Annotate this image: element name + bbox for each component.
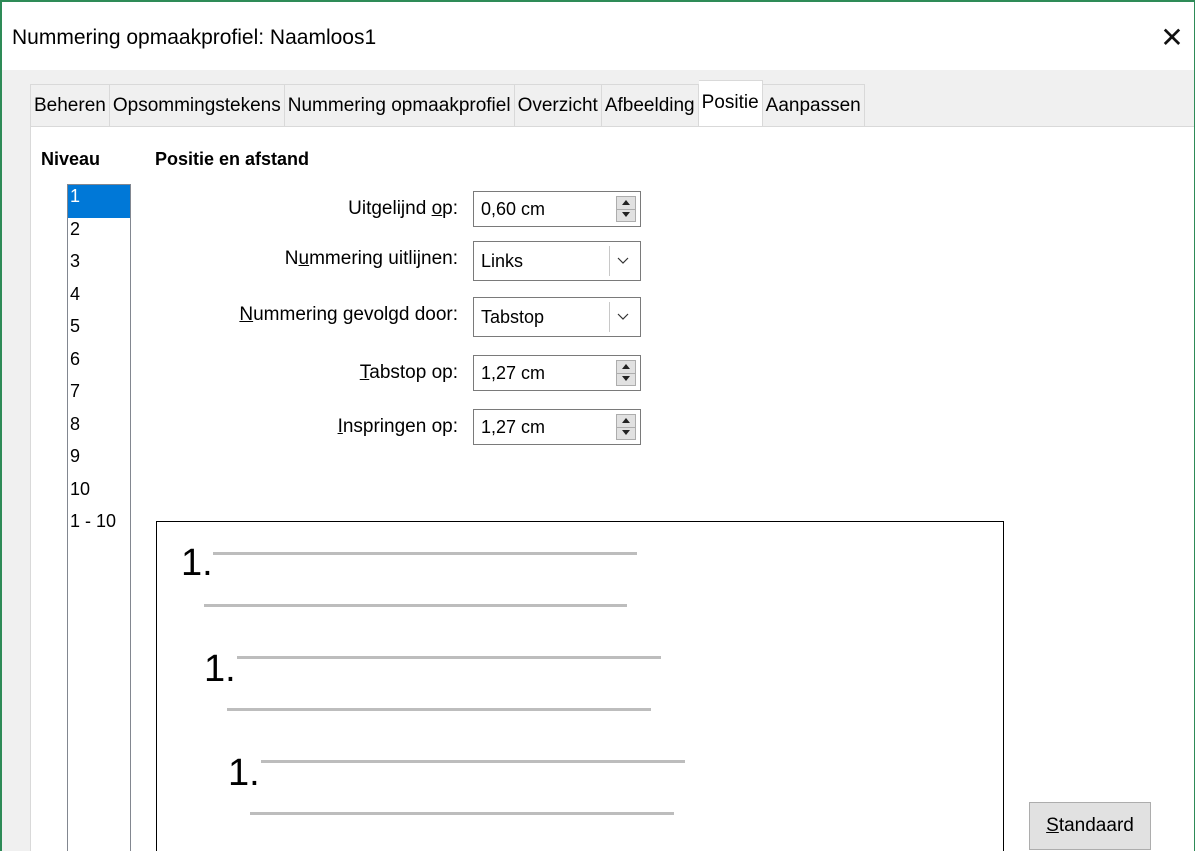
label-part: abstop op: bbox=[369, 362, 458, 383]
level-heading: Niveau bbox=[41, 149, 101, 169]
level-item[interactable]: 5 bbox=[68, 315, 130, 348]
label-mnemonic: u bbox=[298, 248, 310, 269]
window-title: Nummering opmaakprofiel: Naamloos1 bbox=[12, 26, 377, 49]
label-mnemonic: N bbox=[239, 304, 254, 325]
indent-label: Inspringen op: bbox=[338, 409, 458, 445]
numbering-align-label: Nummering uitlijnen: bbox=[285, 241, 458, 277]
level-item[interactable]: 6 bbox=[68, 348, 130, 381]
numbering-align-value: Links bbox=[481, 251, 524, 271]
label-part: N bbox=[284, 248, 299, 269]
spin-buttons bbox=[616, 414, 636, 440]
preview-line bbox=[250, 812, 674, 815]
tab-bar: Beheren Opsommingstekens Nummering opmaa… bbox=[30, 80, 865, 126]
tab-nummering-opmaakprofiel[interactable]: Nummering opmaakprofiel bbox=[284, 84, 515, 126]
chevron-down-icon[interactable] bbox=[609, 246, 636, 276]
tab-stop-label: Tabstop op: bbox=[360, 355, 458, 391]
label-mnemonic: o bbox=[431, 198, 443, 219]
close-icon[interactable]: ✕ bbox=[1158, 24, 1186, 52]
aligned-at-row: Uitgelijnd op: 0,60 cm bbox=[151, 191, 651, 227]
level-item[interactable]: 1 bbox=[68, 185, 130, 218]
numbering-align-row: Nummering uitlijnen: Links bbox=[151, 241, 651, 281]
label-part: nspringen op: bbox=[342, 416, 458, 437]
level-item[interactable]: 4 bbox=[68, 283, 130, 316]
preview-number: 1. bbox=[181, 542, 213, 584]
preview-number: 1. bbox=[204, 648, 236, 690]
level-item[interactable]: 10 bbox=[68, 478, 130, 511]
label-part: tandaard bbox=[1058, 815, 1134, 836]
label-part: mmering uitlijnen: bbox=[309, 248, 458, 269]
indent-spinbox[interactable]: 1,27 cm bbox=[473, 409, 641, 445]
level-item[interactable]: 9 bbox=[68, 445, 130, 478]
tab-overzicht[interactable]: Overzicht bbox=[514, 84, 602, 126]
tab-stop-spinbox[interactable]: 1,27 cm bbox=[473, 355, 641, 391]
aligned-at-spinbox[interactable]: 0,60 cm bbox=[473, 191, 641, 227]
followed-by-label: Nummering gevolgd door: bbox=[239, 297, 458, 333]
chevron-down-icon[interactable] bbox=[609, 302, 636, 332]
dialog-window: Nummering opmaakprofiel: Naamloos1 ✕ Beh… bbox=[0, 0, 1195, 851]
tab-positie[interactable]: Positie bbox=[698, 80, 763, 126]
positie-panel: Niveau Positie en afstand 1 2 3 4 5 6 7 … bbox=[30, 126, 1194, 851]
tab-beheren[interactable]: Beheren bbox=[30, 84, 110, 126]
preview-line bbox=[227, 708, 651, 711]
numbering-preview: 1. 1. 1. bbox=[156, 521, 1004, 851]
tab-stop-row: Tabstop op: 1,27 cm bbox=[151, 355, 651, 391]
level-item[interactable]: 3 bbox=[68, 250, 130, 283]
spin-down-icon[interactable] bbox=[617, 427, 635, 439]
label-part: Uitgelijnd bbox=[348, 198, 432, 219]
label-mnemonic: T bbox=[359, 362, 370, 383]
level-list[interactable]: 1 2 3 4 5 6 7 8 9 10 1 - 10 bbox=[67, 184, 131, 851]
tab-opsommingstekens[interactable]: Opsommingstekens bbox=[109, 84, 285, 126]
preview-line bbox=[237, 656, 661, 659]
section-heading: Positie en afstand bbox=[155, 149, 310, 169]
label-part: p: bbox=[442, 198, 458, 219]
level-item[interactable]: 2 bbox=[68, 218, 130, 251]
title-bar: Nummering opmaakprofiel: Naamloos1 ✕ bbox=[2, 2, 1194, 70]
followed-by-select[interactable]: Tabstop bbox=[473, 297, 641, 337]
followed-by-row: Nummering gevolgd door: Tabstop bbox=[151, 297, 651, 337]
label-mnemonic: S bbox=[1046, 815, 1059, 836]
preview-number: 1. bbox=[228, 752, 260, 794]
preview-line bbox=[213, 552, 637, 555]
default-button[interactable]: Standaard bbox=[1029, 802, 1151, 850]
followed-by-value: Tabstop bbox=[481, 307, 545, 327]
numbering-align-select[interactable]: Links bbox=[473, 241, 641, 281]
indent-value: 1,27 cm bbox=[481, 417, 546, 437]
tab-aanpassen[interactable]: Aanpassen bbox=[762, 84, 865, 126]
indent-row: Inspringen op: 1,27 cm bbox=[151, 409, 651, 445]
tab-afbeelding[interactable]: Afbeelding bbox=[601, 84, 699, 126]
label-part: ummering gevolgd door: bbox=[253, 304, 458, 325]
tab-stop-value: 1,27 cm bbox=[481, 363, 546, 383]
spin-buttons bbox=[616, 360, 636, 386]
preview-line bbox=[204, 604, 627, 607]
spin-buttons bbox=[616, 196, 636, 222]
preview-line bbox=[261, 760, 685, 763]
aligned-at-value: 0,60 cm bbox=[481, 199, 546, 219]
spin-down-icon[interactable] bbox=[617, 373, 635, 385]
level-item[interactable]: 8 bbox=[68, 413, 130, 446]
spin-down-icon[interactable] bbox=[617, 209, 635, 221]
level-item[interactable]: 1 - 10 bbox=[68, 510, 130, 543]
level-item[interactable]: 7 bbox=[68, 380, 130, 413]
aligned-at-label: Uitgelijnd op: bbox=[348, 191, 458, 227]
